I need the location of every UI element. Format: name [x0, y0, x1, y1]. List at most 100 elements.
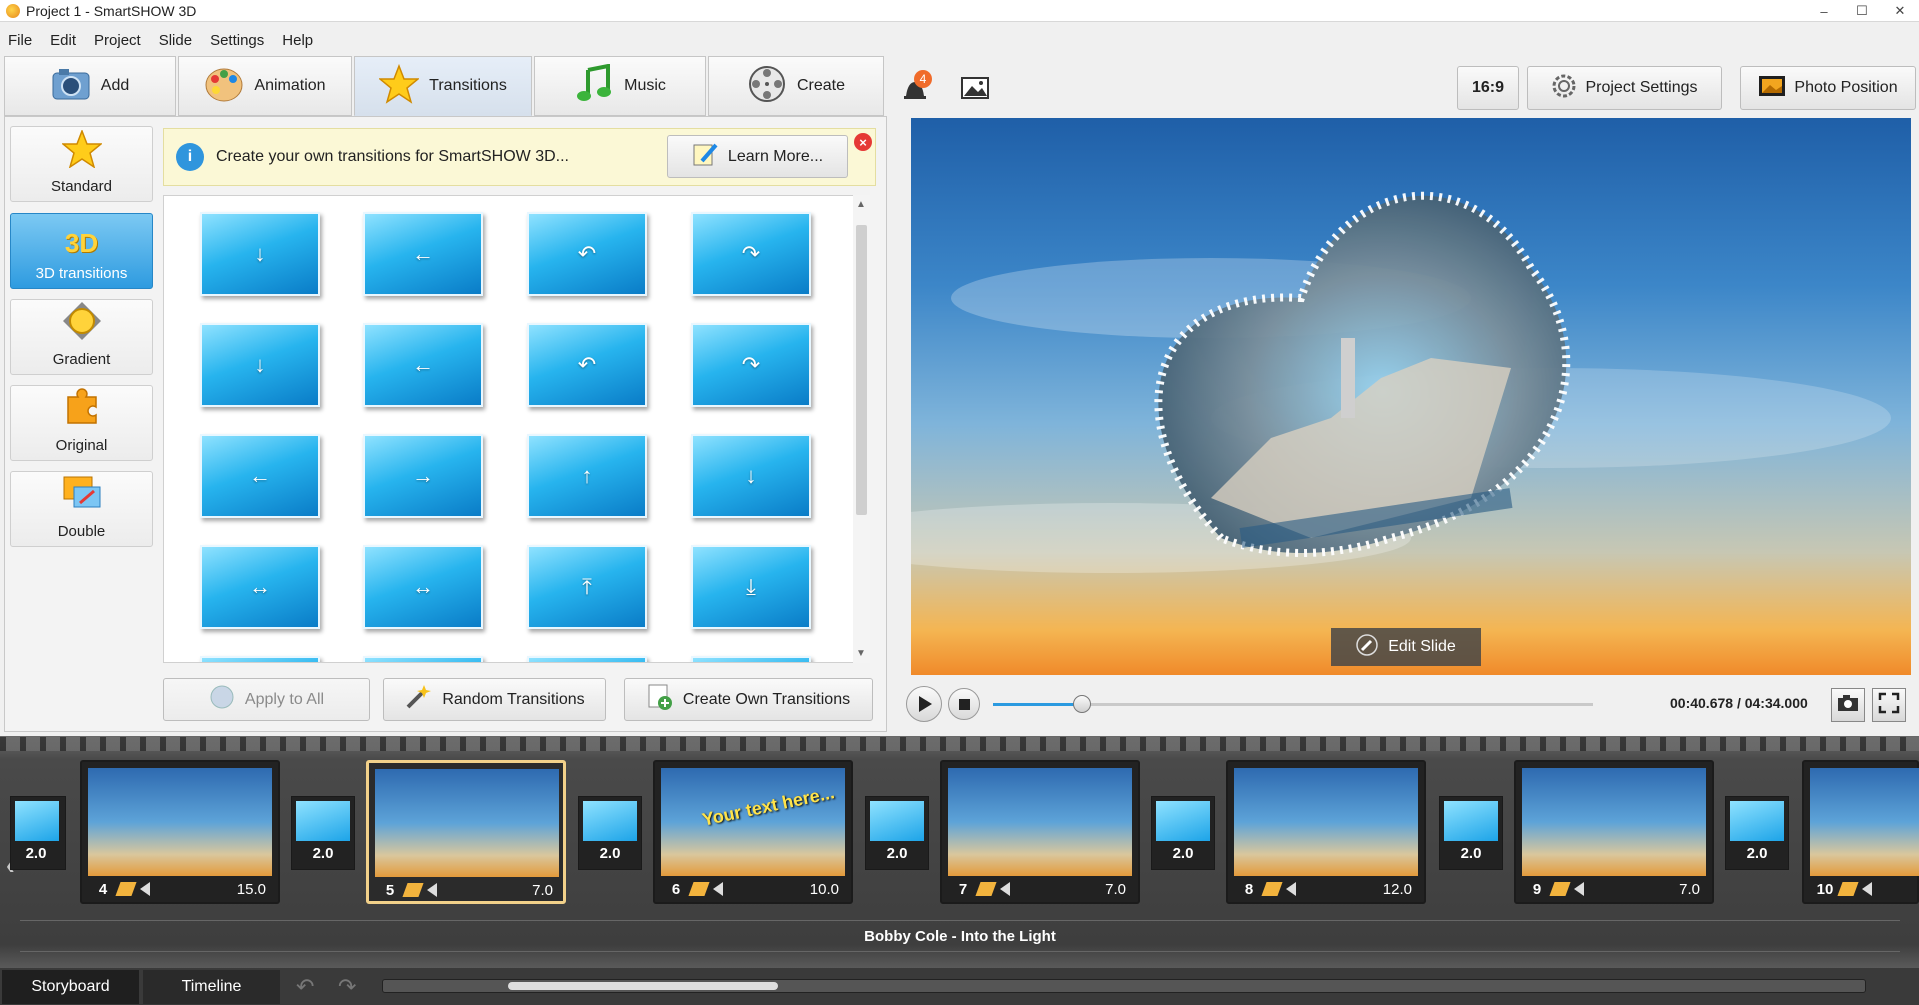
transition-tile[interactable]: ← [363, 212, 483, 296]
category-standard[interactable]: Standard [10, 126, 153, 202]
create-own-transitions-button[interactable]: Create Own Transitions [624, 678, 873, 721]
speaker-icon[interactable] [427, 883, 437, 897]
transition-thumb[interactable]: 2.0 [1439, 796, 1503, 870]
slide-thumb[interactable]: Your text here... 6 10.0 [653, 760, 853, 904]
transition-thumb[interactable]: 2.0 [291, 796, 355, 870]
seek-handle[interactable] [1073, 695, 1091, 713]
category-double[interactable]: Double [10, 471, 153, 547]
speaker-icon[interactable] [713, 882, 723, 896]
menu-file[interactable]: File [8, 32, 32, 49]
tab-animation[interactable]: Animation [178, 56, 352, 116]
snapshot-button[interactable] [1831, 688, 1865, 722]
slide-thumb[interactable]: 7 7.0 [940, 760, 1140, 904]
pencil-icon[interactable] [402, 883, 424, 897]
category-gradient[interactable]: Gradient [10, 299, 153, 375]
music-track[interactable]: Bobby Cole - Into the Light [20, 920, 1900, 952]
transition-tile[interactable]: ↷ [691, 323, 811, 407]
storyboard-scroll-thumb[interactable] [508, 982, 778, 990]
transition-tile[interactable] [200, 656, 320, 662]
close-banner-icon[interactable]: × [854, 133, 872, 151]
transition-tile[interactable]: ↔ [363, 545, 483, 629]
grid-scroll-thumb[interactable] [856, 225, 867, 515]
menu-help[interactable]: Help [282, 32, 313, 49]
slide-duration: 7.0 [1679, 880, 1700, 898]
minimize-button[interactable]: – [1805, 0, 1843, 22]
speaker-icon[interactable] [1000, 882, 1010, 896]
tab-transitions[interactable]: Transitions [354, 56, 532, 116]
close-button[interactable]: ✕ [1881, 0, 1919, 22]
project-settings-button[interactable]: Project Settings [1527, 66, 1722, 110]
tab-timeline[interactable]: Timeline [143, 970, 280, 1004]
pencil-icon[interactable] [1837, 882, 1859, 896]
seek-bar[interactable] [993, 695, 1593, 713]
speaker-icon[interactable] [1286, 882, 1296, 896]
tab-music[interactable]: Music [534, 56, 706, 116]
slide-image [1522, 768, 1706, 876]
transition-thumb[interactable]: 2.0 [1725, 796, 1789, 870]
fullscreen-button[interactable] [1872, 688, 1906, 722]
category-3d-transitions[interactable]: 3D 3D transitions [10, 213, 153, 289]
learn-more-button[interactable]: Learn More... [667, 135, 848, 178]
slide-thumb[interactable]: 9 7.0 [1514, 760, 1714, 904]
pencil-icon[interactable] [1261, 882, 1283, 896]
transition-tile[interactable]: ⤒ [527, 545, 647, 629]
photo-position-button[interactable]: Photo Position [1740, 66, 1916, 110]
transition-tile[interactable]: ↑ [527, 434, 647, 518]
transition-tile[interactable]: ↓ [200, 323, 320, 407]
category-original[interactable]: Original [10, 385, 153, 461]
slide-thumb[interactable]: 10 [1802, 760, 1919, 904]
pencil-icon[interactable] [115, 882, 137, 896]
redo-icon[interactable]: ↷ [338, 974, 356, 1000]
image-gallery-icon[interactable] [959, 72, 993, 104]
menu-project[interactable]: Project [94, 32, 141, 49]
undo-icon[interactable]: ↶ [296, 974, 314, 1000]
grid-scrollbar[interactable]: ▲ ▼ [853, 195, 870, 663]
transition-tile[interactable]: → [363, 434, 483, 518]
pencil-icon[interactable] [1549, 882, 1571, 896]
maximize-button[interactable]: ☐ [1843, 0, 1881, 22]
aspect-ratio-button[interactable]: 16:9 [1457, 66, 1519, 110]
transition-tile[interactable]: ↓ [691, 434, 811, 518]
transition-image [870, 801, 924, 841]
transition-tile[interactable]: ⤓ [691, 545, 811, 629]
slide-image: Your text here... [661, 768, 845, 876]
menu-slide[interactable]: Slide [159, 32, 192, 49]
timecode: 00:40.678 / 04:34.000 [1670, 695, 1808, 711]
bell-icon[interactable]: 4 [900, 70, 932, 104]
speaker-icon[interactable] [1862, 882, 1872, 896]
tab-create[interactable]: Create [708, 56, 884, 116]
transition-arrow-icon [202, 658, 318, 662]
transition-tile[interactable] [527, 656, 647, 662]
transition-thumb[interactable]: 2.0 [10, 796, 66, 870]
transition-thumb[interactable]: 2.0 [865, 796, 929, 870]
slide-thumb[interactable]: 5 7.0 [366, 760, 566, 904]
slide-thumb[interactable]: 4 15.0 [80, 760, 280, 904]
transition-tile[interactable] [363, 656, 483, 662]
transition-tile[interactable]: ↓ [200, 212, 320, 296]
transition-tile[interactable] [691, 656, 811, 662]
photo-position-label: Photo Position [1794, 79, 1898, 96]
speaker-icon[interactable] [140, 882, 150, 896]
transition-tile[interactable]: ↔ [200, 545, 320, 629]
stop-button[interactable] [948, 688, 980, 720]
transition-tile[interactable]: ↷ [691, 212, 811, 296]
menu-edit[interactable]: Edit [50, 32, 76, 49]
menu-settings[interactable]: Settings [210, 32, 264, 49]
tab-add[interactable]: Add [4, 56, 176, 116]
speaker-icon[interactable] [1574, 882, 1584, 896]
storyboard-scrollbar[interactable] [382, 979, 1866, 993]
pencil-icon[interactable] [975, 882, 997, 896]
transition-tile[interactable]: ← [200, 434, 320, 518]
pencil-icon[interactable] [688, 882, 710, 896]
transition-thumb[interactable]: 2.0 [1151, 796, 1215, 870]
transition-thumb[interactable]: 2.0 [578, 796, 642, 870]
random-transitions-button[interactable]: Random Transitions [383, 678, 606, 721]
play-button[interactable] [906, 686, 942, 722]
slide-thumb[interactable]: 8 12.0 [1226, 760, 1426, 904]
edit-slide-button[interactable]: Edit Slide [1331, 628, 1481, 666]
tab-storyboard[interactable]: Storyboard [2, 970, 139, 1004]
transition-tile[interactable]: ↶ [527, 323, 647, 407]
apply-to-all-button[interactable]: Apply to All [163, 678, 370, 721]
transition-tile[interactable]: ← [363, 323, 483, 407]
transition-tile[interactable]: ↶ [527, 212, 647, 296]
